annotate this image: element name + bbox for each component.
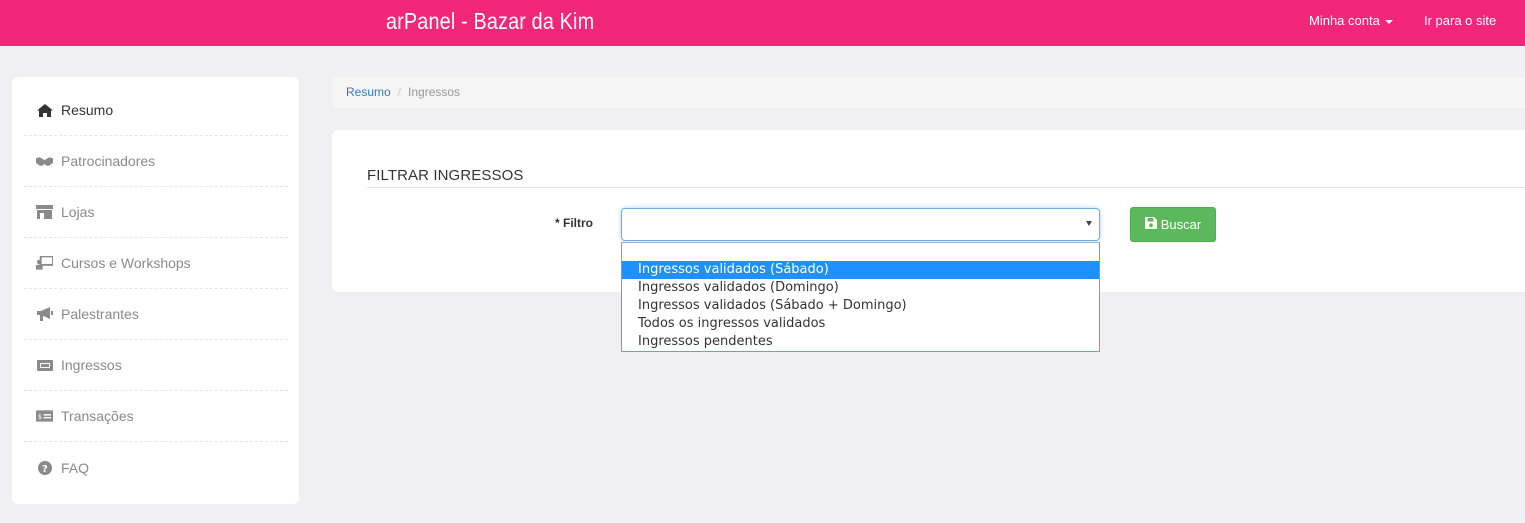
account-menu-label: Minha conta [1309, 13, 1380, 28]
ticket-icon [36, 358, 53, 372]
sidebar-item-label: FAQ [61, 459, 90, 476]
sidebar-item-patrocinadores[interactable]: Patrocinadores [24, 136, 288, 187]
sidebar-item-label: Resumo [61, 102, 114, 118]
sidebar-item-label: Ingressos [61, 357, 122, 373]
handshake-icon [36, 154, 53, 168]
sidebar-item-transacoes[interactable]: $ Transações [24, 391, 288, 442]
breadcrumb: Resumo / Ingressos [332, 77, 1525, 108]
sidebar-item-label: Palestrantes [61, 306, 139, 322]
dropdown-option[interactable]: Ingressos validados (Sábado + Domingo) [622, 297, 1099, 315]
dropdown-option[interactable]: Todos os ingressos validados [622, 315, 1099, 333]
filter-label: * Filtro [555, 216, 593, 230]
sidebar-item-palestrantes[interactable]: Palestrantes [24, 289, 288, 340]
home-icon [36, 103, 53, 117]
sidebar-item-label: Transações [61, 408, 134, 424]
caret-down-icon [1384, 19, 1393, 24]
money-icon: $ [36, 409, 53, 423]
sidebar-item-resumo[interactable]: Resumo [24, 85, 288, 136]
sidebar-item-faq[interactable]: ? FAQ [24, 442, 288, 493]
app-title[interactable]: arPanel - Bazar da Kim [386, 8, 594, 35]
breadcrumb-home-link[interactable]: Resumo [346, 85, 391, 99]
breadcrumb-separator: / [397, 85, 402, 99]
svg-text:$: $ [38, 413, 42, 421]
sidebar-item-ingressos[interactable]: Ingressos [24, 340, 288, 391]
filter-dropdown-list: Ingressos validados (Sábado) Ingressos v… [621, 242, 1100, 352]
panel-title: FILTRAR INGRESSOS [367, 167, 524, 184]
sidebar-item-lojas[interactable]: Lojas [24, 187, 288, 238]
teacher-icon [36, 256, 53, 270]
account-menu[interactable]: Minha conta [1309, 13, 1393, 28]
filter-select[interactable] [621, 208, 1100, 241]
breadcrumb-current: Ingressos [408, 85, 461, 99]
dropdown-arrow-icon [1086, 221, 1092, 226]
sidebar-item-cursos[interactable]: Cursos e Workshops [24, 238, 288, 289]
dropdown-option[interactable]: Ingressos validados (Domingo) [622, 279, 1099, 297]
go-to-site-link[interactable]: Ir para o site [1424, 13, 1496, 28]
top-bar: arPanel - Bazar da Kim Minha conta Ir pa… [0, 0, 1525, 46]
search-button[interactable]: Buscar [1130, 207, 1216, 242]
dropdown-option[interactable]: Ingressos pendentes [622, 333, 1099, 351]
sidebar-item-label: Patrocinadores [61, 153, 156, 169]
svg-text:?: ? [42, 464, 48, 475]
sidebar: Resumo Patrocinadores Lojas Cursos e Wor… [12, 77, 299, 504]
store-icon [36, 205, 53, 219]
dropdown-option[interactable]: Ingressos validados (Sábado) [622, 261, 1099, 279]
search-button-label: Buscar [1160, 217, 1202, 232]
save-icon [1144, 217, 1157, 232]
sidebar-item-label: Lojas [61, 204, 95, 220]
sidebar-item-label: Cursos e Workshops [61, 255, 191, 271]
panel-divider [367, 187, 1525, 188]
question-icon: ? [36, 460, 53, 475]
dropdown-option-empty[interactable] [622, 243, 1099, 261]
megaphone-icon [36, 307, 53, 321]
